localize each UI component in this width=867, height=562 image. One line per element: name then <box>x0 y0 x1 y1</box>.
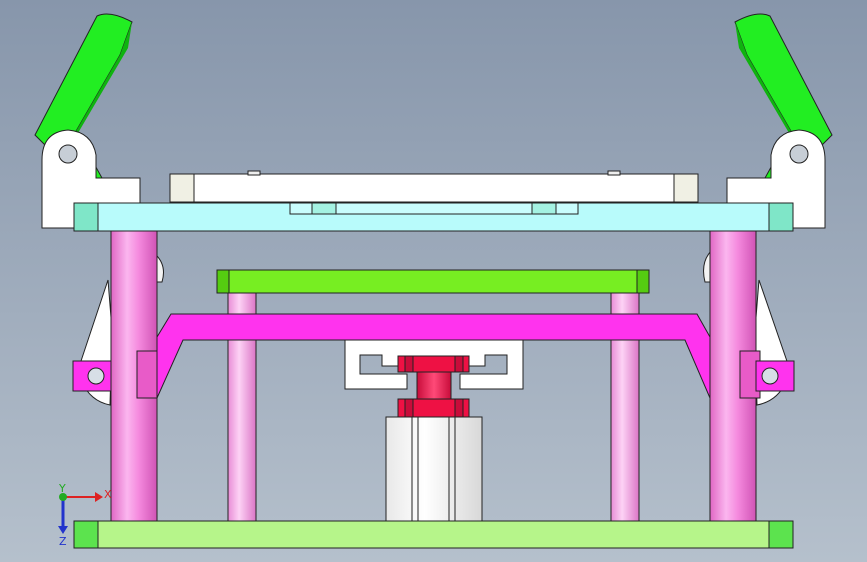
y-axis-label: Y <box>58 482 66 495</box>
top-plate-right-end <box>768 202 794 232</box>
top-cyan-plate[interactable] <box>73 202 794 232</box>
left-frame-pad <box>136 350 158 399</box>
right-hinge-block <box>755 360 795 392</box>
middle-green-plate[interactable] <box>216 269 650 294</box>
top-fixture-block <box>169 170 699 203</box>
bottom-base-plate[interactable] <box>73 520 794 549</box>
x-axis-label: X <box>104 488 112 501</box>
z-axis-label: Z <box>59 535 67 548</box>
right-pivot-hole <box>789 144 809 164</box>
left-hinge-block <box>72 360 112 392</box>
left-pivot-hole <box>58 144 78 164</box>
top-plate-left-end <box>73 202 99 232</box>
base-plate-left-end <box>73 520 99 549</box>
base-plate-right-end <box>768 520 794 549</box>
air-cylinder <box>385 416 483 522</box>
assembly-drawing: X Y Z <box>0 0 867 562</box>
cad-viewport[interactable]: X Y Z <box>0 0 867 562</box>
